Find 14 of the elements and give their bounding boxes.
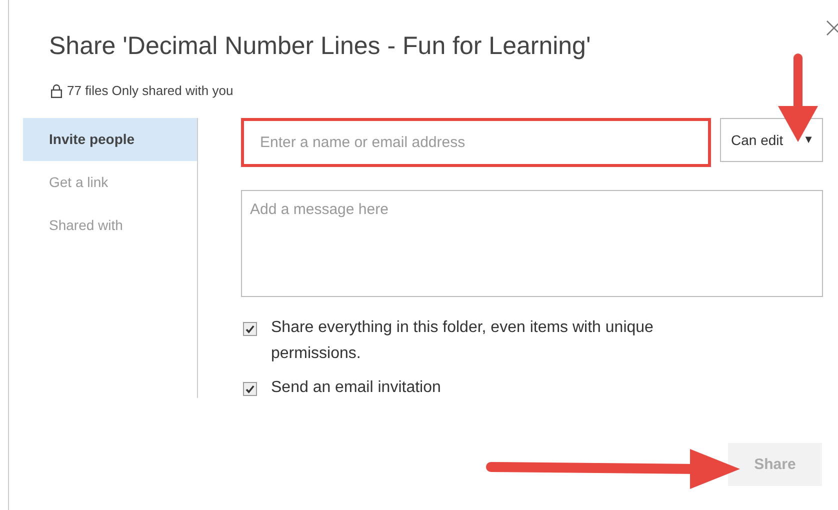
option-label: Send an email invitation <box>271 378 442 398</box>
lock-icon <box>51 84 62 98</box>
recipient-field[interactable]: Enter a name or email address <box>241 118 711 167</box>
sidebar-tab[interactable]: Invite people <box>23 118 197 161</box>
sidebar-tab[interactable]: Get a link <box>23 161 197 204</box>
permission-dropdown[interactable]: Can edit ▼ <box>720 118 823 162</box>
close-icon[interactable] <box>826 20 838 36</box>
checkbox[interactable] <box>243 322 257 336</box>
dialog-title: Share 'Decimal Number Lines - Fun for Learning' <box>49 32 592 61</box>
sharing-status: 77 files Only shared with you <box>67 83 234 98</box>
checkbox[interactable] <box>243 382 257 396</box>
message-field[interactable]: Add a message here <box>241 190 823 297</box>
sidebar-tab[interactable]: Shared with <box>23 204 197 247</box>
option-label: Share everything in this folder, even items with unique permissions. <box>271 318 654 364</box>
